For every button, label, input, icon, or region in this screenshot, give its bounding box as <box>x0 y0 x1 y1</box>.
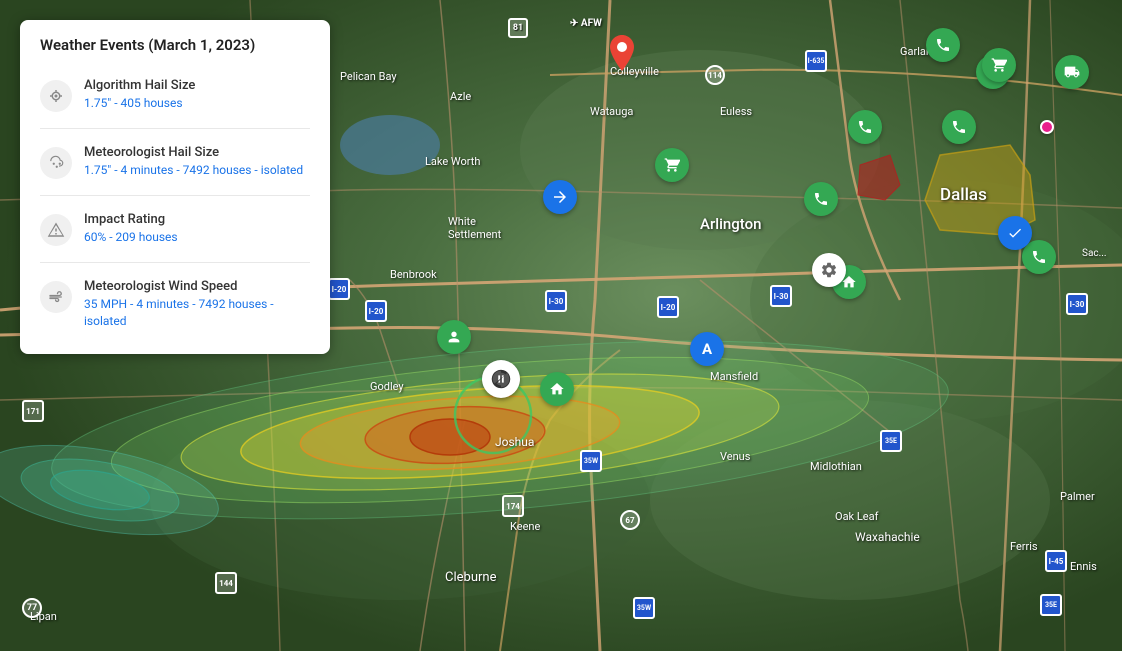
stat-row-impact: Impact Rating 60% - 209 houses <box>40 208 310 250</box>
marker-green-phone-5[interactable] <box>804 182 838 216</box>
info-panel: Weather Events (March 1, 2023) Algorithm… <box>20 20 330 354</box>
marker-green-cart-2[interactable] <box>982 48 1016 82</box>
meteo-hail-icon <box>40 147 72 179</box>
marker-white-gear[interactable] <box>812 253 846 287</box>
divider-2 <box>40 195 310 196</box>
impact-label: Impact Rating <box>84 212 178 227</box>
wind-icon <box>40 281 72 313</box>
wind-label: Meteorologist Wind Speed <box>84 279 310 294</box>
marker-green-truck[interactable] <box>1055 55 1089 89</box>
impact-content: Impact Rating 60% - 209 houses <box>84 212 178 246</box>
impact-icon <box>40 214 72 246</box>
marker-blue-check[interactable] <box>998 216 1032 250</box>
marker-red-pin[interactable] <box>610 35 634 75</box>
marker-green-person[interactable] <box>437 320 471 354</box>
stat-row-wind: Meteorologist Wind Speed 35 MPH - 4 minu… <box>40 275 310 334</box>
meteo-hail-label: Meteorologist Hail Size <box>84 145 303 160</box>
meteo-hail-value: 1.75" - 4 minutes - 7492 houses - isolat… <box>84 162 303 179</box>
marker-green-phone-1[interactable] <box>926 28 960 62</box>
marker-blue-a[interactable]: A <box>690 332 724 366</box>
map-container: Azle Pelican Bay Colleyville Watauga Eul… <box>0 0 1122 651</box>
hail-icon <box>40 80 72 112</box>
impact-value: 60% - 209 houses <box>84 229 178 246</box>
marker-green-cart-1[interactable] <box>655 148 689 182</box>
stat-row-meteo-hail: Meteorologist Hail Size 1.75" - 4 minute… <box>40 141 310 183</box>
marker-white-logo[interactable] <box>482 360 520 398</box>
marker-green-house-2[interactable] <box>540 372 574 406</box>
wind-content: Meteorologist Wind Speed 35 MPH - 4 minu… <box>84 279 310 330</box>
algorithm-hail-content: Algorithm Hail Size 1.75" - 405 houses <box>84 78 195 112</box>
marker-pink[interactable] <box>1040 120 1054 134</box>
marker-green-phone-4[interactable] <box>942 110 976 144</box>
meteo-hail-content: Meteorologist Hail Size 1.75" - 4 minute… <box>84 145 303 179</box>
panel-title: Weather Events (March 1, 2023) <box>40 36 310 58</box>
marker-green-phone-3[interactable] <box>848 110 882 144</box>
divider-3 <box>40 262 310 263</box>
divider-1 <box>40 128 310 129</box>
stat-row-algorithm-hail: Algorithm Hail Size 1.75" - 405 houses <box>40 74 310 116</box>
marker-blue-arrow[interactable] <box>543 180 577 214</box>
wind-value: 35 MPH - 4 minutes - 7492 houses - isola… <box>84 296 310 330</box>
algorithm-hail-value: 1.75" - 405 houses <box>84 95 195 112</box>
algorithm-hail-label: Algorithm Hail Size <box>84 78 195 93</box>
